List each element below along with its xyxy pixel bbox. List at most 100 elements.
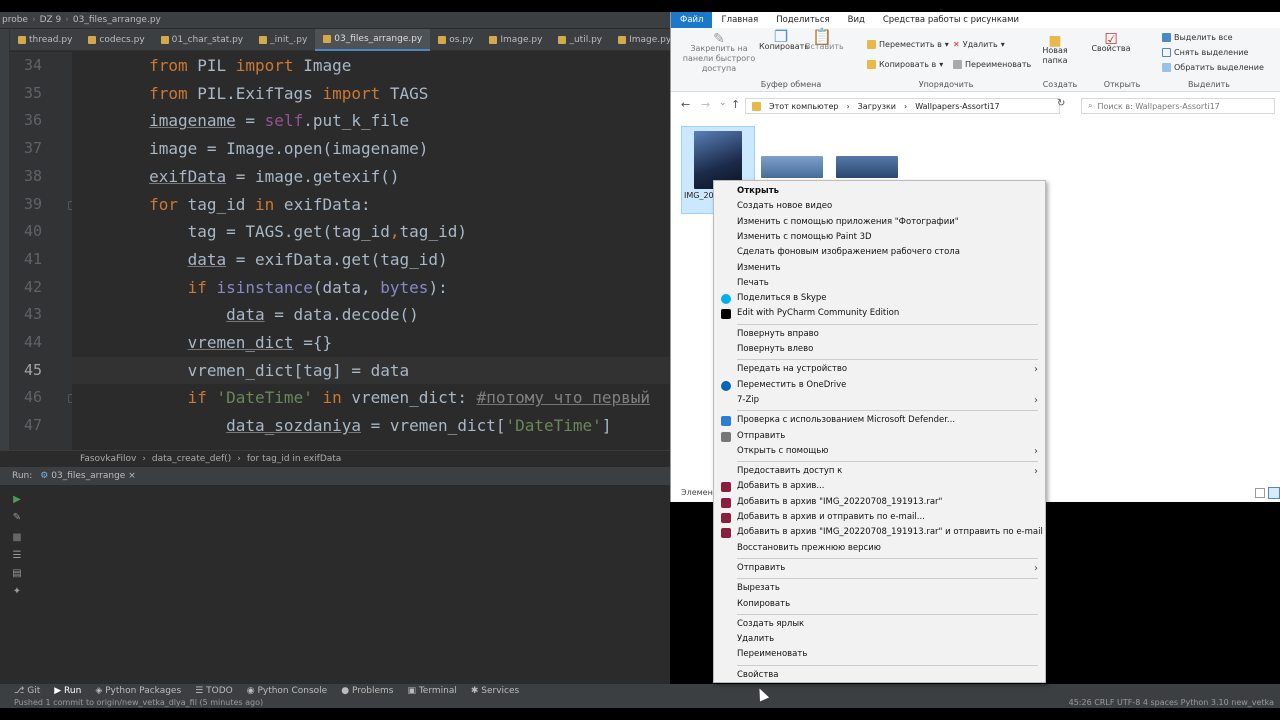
menu-item[interactable]: Отправить xyxy=(714,429,1045,444)
project-breadcrumb: probe › DZ 9 › 03_files_arrange.py xyxy=(0,12,670,29)
menu-item[interactable]: Печать xyxy=(714,276,1045,291)
tool-window-services[interactable]: ✱ Services xyxy=(471,686,519,696)
menu-item[interactable]: Добавить в архив "IMG_20220708_191913.ra… xyxy=(714,525,1045,540)
menu-item[interactable]: Проверка с использованием Microsoft Defe… xyxy=(714,413,1045,428)
editor-tab[interactable]: codecs.py xyxy=(80,29,152,51)
menu-item[interactable]: Изменить xyxy=(714,261,1045,276)
editor-tab[interactable]: 03_files_arrange.py xyxy=(315,29,431,51)
pin-quick-access-button[interactable]: ✎ Закрепить на панели быстрого доступа xyxy=(677,32,761,74)
image-thumbnail[interactable] xyxy=(836,156,898,178)
code-editor[interactable]: from PIL import Image from PIL.ExifTags … xyxy=(72,52,670,450)
rerun-icon[interactable]: ▶ xyxy=(10,495,24,505)
editor-tab[interactable]: Image.py xyxy=(481,29,550,51)
move-to-button[interactable]: Переместить в ▾ xyxy=(867,40,949,49)
editor-tab[interactable]: _util.py xyxy=(550,29,610,51)
up-arrow-icon[interactable]: ↑ xyxy=(731,98,740,111)
delete-button[interactable]: ✕ Удалить ▾ xyxy=(953,40,1005,49)
breadcrumb-project[interactable]: probe xyxy=(2,15,28,25)
menu-item[interactable]: 7-Zip › xyxy=(714,393,1045,408)
menu-item[interactable]: Удалить xyxy=(714,632,1045,647)
tool-window-git[interactable]: ⎇ Git xyxy=(14,686,40,696)
editor-tab[interactable]: os.py xyxy=(430,29,481,51)
python-file-icon xyxy=(160,36,169,44)
menu-item[interactable]: Поделиться в Skype xyxy=(714,291,1045,306)
invert-selection-button[interactable]: Обратить выделение xyxy=(1162,63,1264,72)
details-view-icon[interactable] xyxy=(1255,488,1265,498)
menu-item[interactable]: Свойства xyxy=(714,668,1045,683)
editor-tab[interactable]: 01_char_stat.py xyxy=(153,29,251,51)
menu-item[interactable]: Сделать фоновым изображением рабочего ст… xyxy=(714,245,1045,260)
rename-button[interactable]: Переименовать xyxy=(953,60,1031,69)
menu-item[interactable]: Восстановить прежнюю версию xyxy=(714,541,1045,556)
properties-button[interactable]: ☑ Свойства xyxy=(1089,32,1133,54)
path-downloads[interactable]: Загрузки xyxy=(858,102,896,111)
menu-item-label: Открыть xyxy=(737,186,779,196)
search-input[interactable]: ⌕ Поиск в: Wallpapers-Assorti17 xyxy=(1081,98,1275,114)
back-arrow-icon[interactable]: ← xyxy=(681,98,690,111)
editor-tab[interactable]: _init_.py xyxy=(251,29,315,51)
tool-window-python-console[interactable]: ◉ Python Console xyxy=(247,686,328,696)
refresh-icon[interactable]: ↻ xyxy=(1057,98,1065,109)
folder-icon xyxy=(752,101,761,111)
menu-item[interactable]: Открыть xyxy=(714,184,1045,199)
select-all-button[interactable]: Выделить все xyxy=(1162,33,1233,42)
crumb-class[interactable]: FasovkaFilov xyxy=(80,454,136,464)
ribbon-tab[interactable]: Файл xyxy=(671,12,713,28)
run-console[interactable] xyxy=(0,485,670,690)
stop-icon[interactable]: ■ xyxy=(10,533,24,543)
tool-window-run[interactable]: ▶ Run xyxy=(54,686,81,696)
tiles-view-icon[interactable] xyxy=(1268,487,1280,499)
copy-button[interactable]: ❐ Копировать xyxy=(759,29,809,52)
menu-item[interactable]: Добавить в архив... xyxy=(714,479,1045,494)
breadcrumb-file[interactable]: 03_files_arrange.py xyxy=(73,15,161,25)
ribbon-tab[interactable]: Вид xyxy=(839,12,874,28)
run-config-tab[interactable]: ⚙ 03_files_arrange × xyxy=(40,471,135,481)
menu-item[interactable]: Отправить › xyxy=(714,561,1045,576)
menu-item[interactable]: Вырезать xyxy=(714,581,1045,596)
ribbon-tab[interactable]: Средства работы с рисунками xyxy=(874,12,1028,28)
ribbon-tab[interactable]: Поделиться xyxy=(767,12,838,28)
layout-icon[interactable]: ☰ xyxy=(10,551,24,561)
tool-window-terminal[interactable]: ▣ Terminal xyxy=(407,686,456,696)
crumb-function[interactable]: data_create_def() xyxy=(152,454,231,464)
crumb-loop[interactable]: for tag_id in exifData xyxy=(247,454,342,464)
editor-tab[interactable]: Image.pyi xyxy=(610,29,670,51)
tool-window-python-packages[interactable]: ◈ Python Packages xyxy=(95,686,181,696)
line-number: 47 xyxy=(23,416,42,435)
address-bar[interactable]: Этот компьютер › Загрузки › Wallpapers-Ass… xyxy=(745,98,1060,114)
print-icon[interactable]: ▤ xyxy=(10,569,24,579)
menu-item[interactable]: Изменить с помощью приложения "Фотографи… xyxy=(714,215,1045,230)
menu-item[interactable]: Создать новое видео xyxy=(714,199,1045,214)
menu-item[interactable]: Передать на устройство › xyxy=(714,362,1045,377)
path-computer[interactable]: Этот компьютер xyxy=(769,102,838,111)
pin-icon[interactable]: ✦ xyxy=(10,587,24,597)
menu-item[interactable]: Изменить с помощью Paint 3D xyxy=(714,230,1045,245)
menu-item[interactable]: Добавить в архив "IMG_20220708_191913.ra… xyxy=(714,495,1045,510)
menu-item[interactable]: Повернуть вправо xyxy=(714,327,1045,342)
new-folder-button[interactable]: ■ Новая папка xyxy=(1037,34,1073,66)
menu-item[interactable]: Создать ярлык xyxy=(714,617,1045,632)
paste-button[interactable]: 📋 Вставить xyxy=(805,29,844,52)
menu-item-label: Переместить в OneDrive xyxy=(737,379,847,390)
menu-item[interactable]: Переместить в OneDrive xyxy=(714,378,1045,393)
menu-item[interactable]: Добавить в архив и отправить по e-mail..… xyxy=(714,510,1045,525)
tool-window-todo[interactable]: ☰ TODO xyxy=(195,686,233,696)
menu-item[interactable]: Edit with PyCharm Community Edition xyxy=(714,306,1045,321)
path-folder[interactable]: Wallpapers-Assorti17 xyxy=(915,102,999,111)
forward-arrow-icon[interactable]: → xyxy=(701,98,710,111)
copy-to-button[interactable]: Копировать в ▾ xyxy=(867,60,943,69)
recent-chevron-icon[interactable]: ⌄ xyxy=(719,98,727,108)
menu-item[interactable]: Открыть с помощью › xyxy=(714,444,1045,459)
menu-item[interactable]: Предоставить доступ к › xyxy=(714,464,1045,479)
editor-tab[interactable]: thread.py xyxy=(10,29,80,51)
menu-separator xyxy=(737,323,1038,325)
wrench-icon[interactable]: ✎ xyxy=(10,513,24,523)
menu-item[interactable]: Повернуть влево xyxy=(714,342,1045,357)
deselect-button[interactable]: Снять выделение xyxy=(1162,48,1248,57)
menu-item[interactable]: Переименовать xyxy=(714,647,1045,662)
image-thumbnail[interactable] xyxy=(761,156,823,178)
ribbon-tab[interactable]: Главная xyxy=(712,12,767,28)
breadcrumb-folder[interactable]: DZ 9 xyxy=(40,15,62,25)
menu-item[interactable]: Копировать xyxy=(714,597,1045,612)
tool-window-problems[interactable]: ● Problems xyxy=(341,686,393,696)
